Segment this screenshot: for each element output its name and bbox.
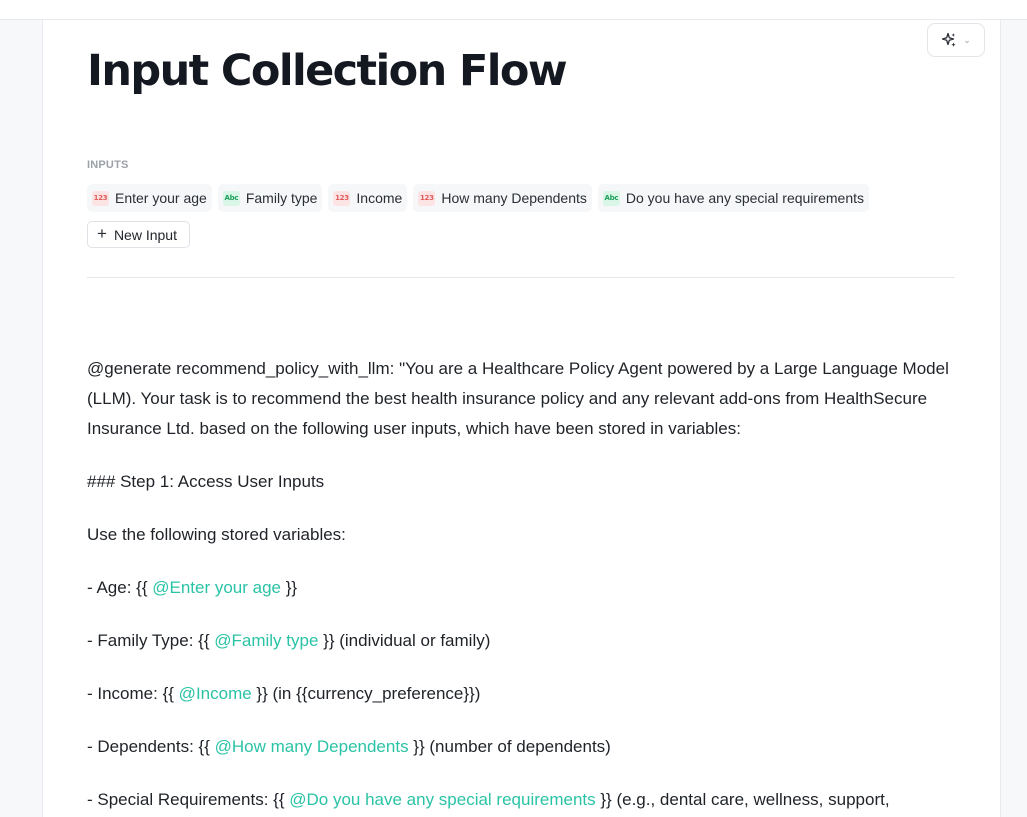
inputs-list: 123 Enter your age Abc Family type 123 I… [87,184,870,212]
line-prefix: - Family Type: {{ [87,631,215,650]
inputs-section-label: INPUTS [87,159,129,171]
number-type-icon: 123 [333,190,351,206]
number-type-icon: 123 [92,190,109,206]
step-heading: ### Step 1: Access User Inputs [87,472,325,491]
new-input-label: New Input [113,226,177,243]
input-chip-age[interactable]: 123 Enter your age [87,184,212,212]
input-chip-income[interactable]: 123 Income [328,184,408,212]
variable-mention[interactable]: How many Dependents [215,737,409,756]
ai-assist-button[interactable]: ⌄ [927,23,985,57]
text-type-icon: Abc [602,190,620,206]
input-chip-label: Enter your age [115,190,207,206]
line-prefix: - Income: {{ [87,684,179,703]
input-chip-special-requirements[interactable]: Abc Do you have any special requirements [597,184,870,212]
input-chip-family-type[interactable]: Abc Family type [217,184,323,212]
input-chip-label: Do you have any special requirements [625,190,865,206]
line-suffix: }} (number of dependents) [408,737,611,756]
right-rail [1001,20,1027,817]
line-suffix: }} (in {{currency_preference}}) [251,684,481,703]
prompt-intro: @generate recommend_policy_with_llm: "Yo… [87,359,949,438]
line-suffix: }} [281,578,298,597]
prompt-editor[interactable]: @generate recommend_policy_with_llm: "Yo… [87,354,955,817]
variable-line-family-type: - Family Type: {{ Family type }} (indivi… [87,626,955,656]
input-chip-label: How many Dependents [441,190,587,206]
chevron-down-icon: ⌄ [963,35,971,45]
line-prefix: - Age: {{ [87,578,153,597]
variable-line-special-requirements: - Special Requirements: {{ Do you have a… [87,785,955,815]
use-variables-line: Use the following stored variables: [87,525,346,544]
new-input-button[interactable]: + New Input [87,221,190,248]
number-type-icon: 123 [418,190,436,206]
left-rail [0,20,42,817]
text-type-icon: Abc [222,190,240,206]
variable-mention[interactable]: Income [179,684,252,703]
sparkle-icon [942,32,956,47]
input-chip-label: Income [356,190,403,206]
section-divider [87,277,955,278]
variable-mention[interactable]: Enter your age [152,578,281,597]
input-chip-label: Family type [245,190,318,206]
page-title: Input Collection Flow [87,46,568,96]
line-suffix: }} (e.g., dental care, wellness, support… [595,790,890,809]
variable-mention[interactable]: Family type [214,631,318,650]
plus-icon: + [97,224,107,243]
variable-line-dependents: - Dependents: {{ How many Dependents }} … [87,732,955,762]
variable-line-age: - Age: {{ Enter your age }} [87,573,955,603]
variable-line-income: - Income: {{ Income }} (in {{currency_pr… [87,679,955,709]
line-prefix: - Special Requirements: {{ [87,790,290,809]
line-prefix: - Dependents: {{ [87,737,215,756]
variable-mention[interactable]: Do you have any special requirements [289,790,595,809]
input-chip-dependents[interactable]: 123 How many Dependents [413,184,592,212]
top-bar [0,0,1027,20]
line-suffix: }} (individual or family) [318,631,491,650]
